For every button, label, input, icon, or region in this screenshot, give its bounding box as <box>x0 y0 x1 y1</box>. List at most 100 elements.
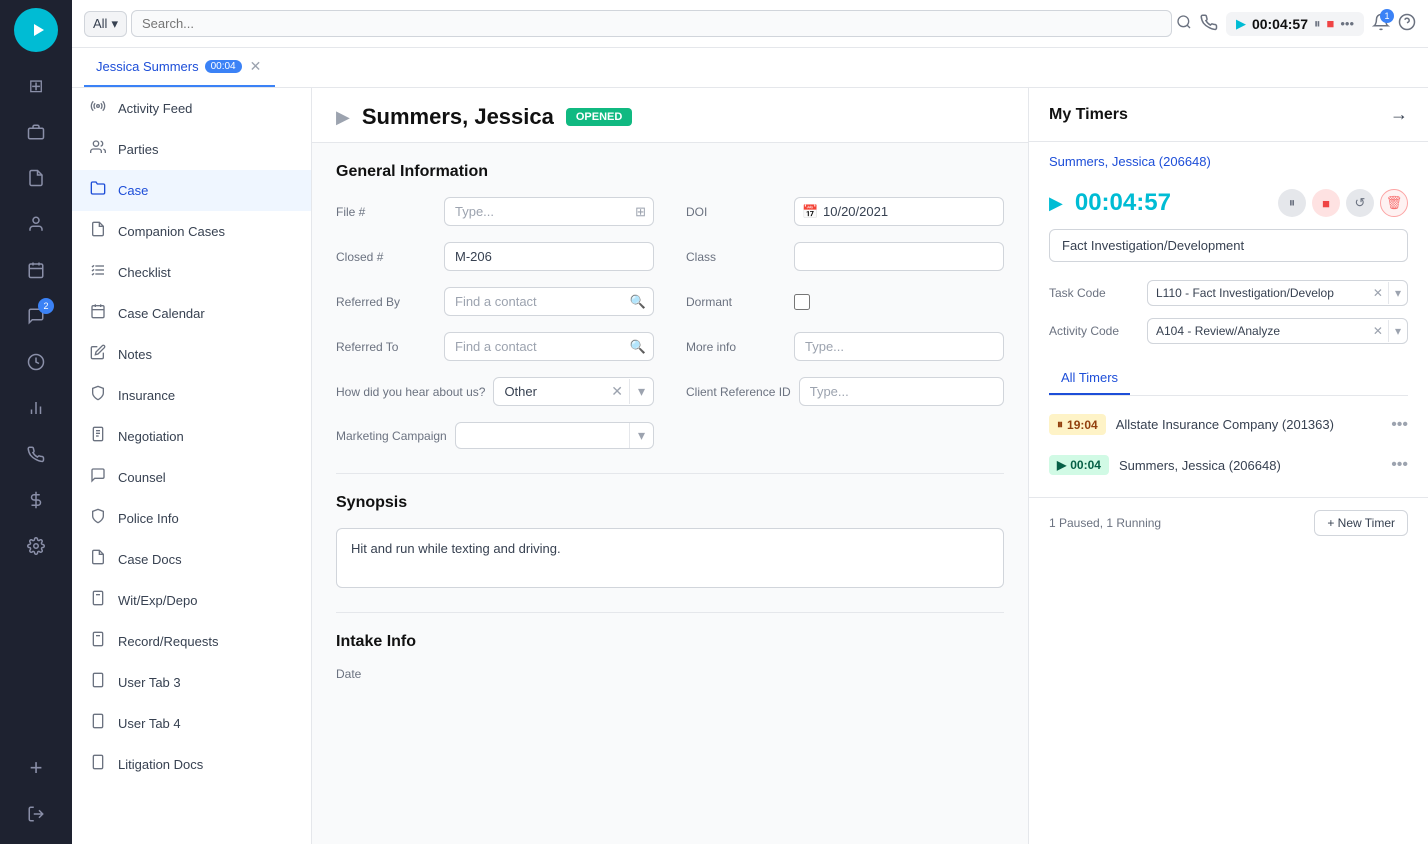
pause-topbar-icon[interactable]: ⏸ <box>1314 16 1321 32</box>
sidebar-item-user-tab-3[interactable]: User Tab 3 <box>72 662 311 703</box>
date-label: Date <box>336 667 436 681</box>
marketing-row: Marketing Campaign ▾ <box>336 422 654 449</box>
sidebar-item-record-requests[interactable]: Record/Requests <box>72 621 311 662</box>
document-icon[interactable] <box>14 156 58 200</box>
how-hear-select[interactable]: Other ✕ ▾ <box>493 377 654 406</box>
timer-refresh-button[interactable]: ↺ <box>1346 189 1374 217</box>
sidebar-item-police-info[interactable]: Police Info <box>72 498 311 539</box>
sidebar-label-user-tab-3: User Tab 3 <box>118 675 181 690</box>
calendar-icon[interactable] <box>14 248 58 292</box>
sidebar-item-wit-exp-depo[interactable]: Wit/Exp/Depo <box>72 580 311 621</box>
tab-all-timers[interactable]: All Timers <box>1049 362 1130 395</box>
wit-exp-depo-icon <box>88 590 108 611</box>
timer-play-icon[interactable]: ▶ <box>1049 193 1063 214</box>
chat-icon[interactable]: 2 <box>14 294 58 338</box>
how-hear-clear-icon[interactable]: ✕ <box>605 379 629 404</box>
sidebar-item-case[interactable]: Case <box>72 170 311 211</box>
timer-list-item-1[interactable]: ▶ 00:04 Summers, Jessica (206648) ••• <box>1029 445 1428 485</box>
sidebar-item-counsel[interactable]: Counsel <box>72 457 311 498</box>
sidebar-item-activity-feed[interactable]: Activity Feed <box>72 88 311 129</box>
client-ref-input[interactable] <box>799 377 1004 406</box>
task-code-select[interactable]: L110 - Fact Investigation/Develop ✕ ▾ <box>1147 280 1408 306</box>
dormant-row: Dormant <box>686 287 1004 316</box>
settings-icon[interactable] <box>14 524 58 568</box>
sidebar-label-activity-feed: Activity Feed <box>118 101 192 116</box>
sidebar-item-parties[interactable]: Parties <box>72 129 311 170</box>
timer-pause-button[interactable]: ⏸ <box>1278 189 1306 217</box>
sidebar-label-case: Case <box>118 183 148 198</box>
marketing-select[interactable]: ▾ <box>455 422 654 449</box>
dollar-icon[interactable] <box>14 478 58 522</box>
topbar-timer[interactable]: ▶ 00:04:57 ⏸ ■ ••• <box>1226 12 1364 36</box>
sidebar-item-notes[interactable]: Notes <box>72 334 311 375</box>
task-code-clear-icon[interactable]: ✕ <box>1368 282 1388 304</box>
class-input[interactable] <box>794 242 1004 271</box>
timer-stop-button[interactable]: ■ <box>1312 189 1340 217</box>
play-button[interactable] <box>14 8 58 52</box>
doi-input[interactable] <box>794 197 1004 226</box>
tab-jessica-summers[interactable]: Jessica Summers 00:04 ✕ <box>84 48 275 87</box>
phone-icon[interactable] <box>14 432 58 476</box>
sidebar-item-user-tab-4[interactable]: User Tab 4 <box>72 703 311 744</box>
sidebar-item-negotiation[interactable]: Negotiation <box>72 416 311 457</box>
add-icon[interactable]: + <box>14 746 58 790</box>
new-timer-button[interactable]: + New Timer <box>1314 510 1408 536</box>
clock-icon[interactable] <box>14 340 58 384</box>
sidebar-label-police-info: Police Info <box>118 511 179 526</box>
notification-bell[interactable]: 1 <box>1372 13 1390 34</box>
sidebar-label-parties: Parties <box>118 142 158 157</box>
more-topbar-icon[interactable]: ••• <box>1340 16 1354 31</box>
tab-close-icon[interactable]: ✕ <box>248 56 264 77</box>
search-input[interactable] <box>131 10 1172 37</box>
stop-topbar-icon[interactable]: ■ <box>1326 16 1334 31</box>
how-hear-arrow-icon[interactable]: ▾ <box>629 379 653 404</box>
briefcase-icon[interactable] <box>14 110 58 154</box>
timer-controls: ⏸ ■ ↺ 🗑 <box>1278 189 1408 217</box>
sidebar-label-record-requests: Record/Requests <box>118 634 218 649</box>
collapse-arrow-icon[interactable]: ▶ <box>336 107 350 128</box>
how-hear-value: Other <box>494 378 605 405</box>
dormant-checkbox[interactable] <box>794 294 810 310</box>
referred-by-input[interactable] <box>444 287 654 316</box>
timer-list-more-0[interactable]: ••• <box>1391 416 1408 434</box>
marketing-arrow-icon[interactable]: ▾ <box>629 423 653 448</box>
phone-topbar-icon[interactable] <box>1200 13 1218 34</box>
search-filter-dropdown[interactable]: All ▾ <box>84 11 127 37</box>
help-icon[interactable] <box>1398 13 1416 34</box>
more-info-input[interactable] <box>794 332 1004 361</box>
intake-info-title: Intake Info <box>336 633 1004 651</box>
sidebar-item-insurance[interactable]: Insurance <box>72 375 311 416</box>
chart-icon[interactable] <box>14 386 58 430</box>
more-info-row: More info <box>686 332 1004 361</box>
task-code-arrow-icon[interactable]: ▾ <box>1388 282 1407 304</box>
synopsis-text[interactable]: Hit and run while texting and driving. <box>336 528 1004 588</box>
grid-icon[interactable]: ⊞ <box>14 64 58 108</box>
activity-code-arrow-icon[interactable]: ▾ <box>1388 320 1407 342</box>
search-icon[interactable] <box>1176 14 1192 33</box>
closed-input[interactable] <box>444 242 654 271</box>
sidebar-label-insurance: Insurance <box>118 388 175 403</box>
timer-delete-button[interactable]: 🗑 <box>1380 189 1408 217</box>
sidebar-item-case-calendar[interactable]: Case Calendar <box>72 293 311 334</box>
file-field-row: File # ⊞ <box>336 197 654 226</box>
timer-case-link[interactable]: Summers, Jessica (206648) <box>1029 142 1428 181</box>
sidebar-item-companion-cases[interactable]: Companion Cases <box>72 211 311 252</box>
activity-code-select[interactable]: A104 - Review/Analyze ✕ ▾ <box>1147 318 1408 344</box>
sidebar-item-litigation-docs[interactable]: Litigation Docs <box>72 744 311 785</box>
police-info-icon <box>88 508 108 529</box>
activity-code-clear-icon[interactable]: ✕ <box>1368 320 1388 342</box>
referred-to-input[interactable] <box>444 332 654 361</box>
file-input[interactable] <box>444 197 654 226</box>
sidebar-label-litigation-docs: Litigation Docs <box>118 757 203 772</box>
timer-list-item-0[interactable]: ⏸ 19:04 Allstate Insurance Company (2013… <box>1029 404 1428 445</box>
referred-by-input-wrap: 🔍 <box>444 287 654 316</box>
timers-panel-arrow[interactable]: → <box>1390 104 1408 125</box>
exit-icon[interactable] <box>14 792 58 836</box>
case-icon <box>88 180 108 201</box>
timer-list-more-1[interactable]: ••• <box>1391 456 1408 474</box>
date-row: Date <box>336 667 1004 681</box>
timer-description[interactable]: Fact Investigation/Development <box>1049 229 1408 262</box>
person-icon[interactable] <box>14 202 58 246</box>
sidebar-item-case-docs[interactable]: Case Docs <box>72 539 311 580</box>
sidebar-item-checklist[interactable]: Checklist <box>72 252 311 293</box>
